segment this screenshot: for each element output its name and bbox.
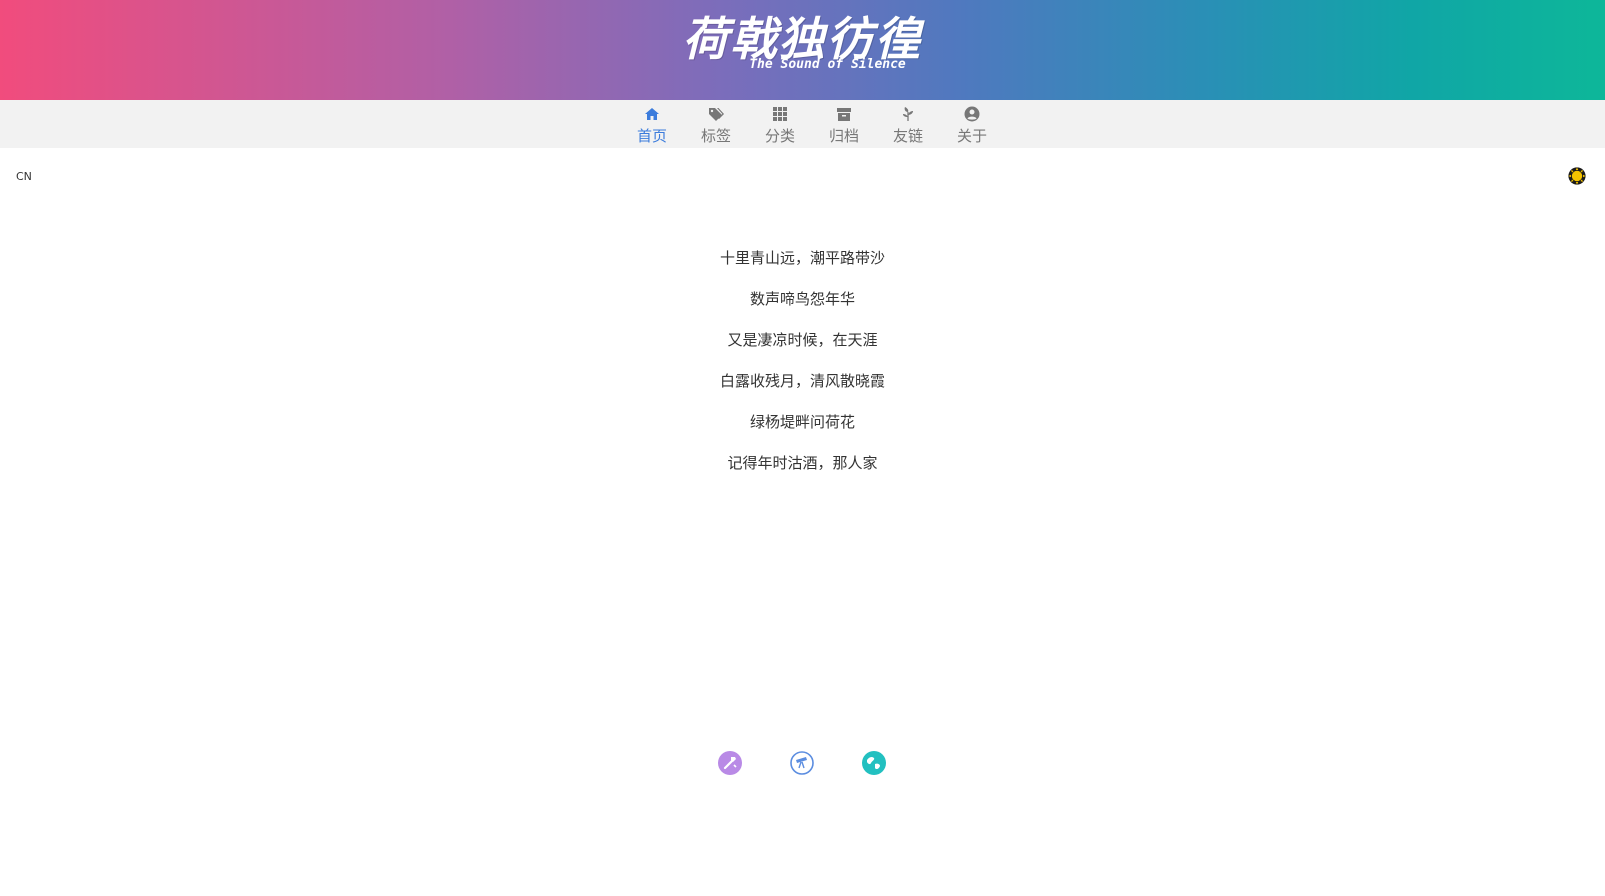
nav-item-archive[interactable]: 归档 — [812, 100, 876, 146]
nav-item-categories[interactable]: 分类 — [748, 100, 812, 146]
home-icon — [620, 106, 684, 126]
nav-label: 友链 — [892, 127, 923, 145]
poem-line: 十里青山远，潮平路带沙 — [719, 249, 885, 267]
nav-item-links[interactable]: 友链 — [876, 100, 940, 146]
site-logo[interactable]: 荷戟独彷徨 The Sound of Silence — [0, 14, 1605, 72]
nav-label: 关于 — [956, 127, 987, 145]
nav-list: 首页 标签 分类 归档 友链 关于 — [620, 100, 1004, 146]
poem-line: 绿杨堤畔问荷花 — [749, 413, 855, 431]
telescope-icon — [790, 751, 814, 779]
nav-label: 标签 — [700, 127, 731, 145]
nav-label: 首页 — [636, 127, 667, 145]
archive-icon — [812, 106, 876, 126]
footer-telescope-link[interactable] — [790, 751, 814, 779]
language-switch[interactable]: CN — [16, 170, 32, 183]
poem-line: 又是凄凉时候，在天涯 — [727, 331, 878, 349]
user-circle-icon — [940, 106, 1004, 126]
poem-line: 记得年时沽酒，那人家 — [727, 454, 878, 472]
nav-item-tags[interactable]: 标签 — [684, 100, 748, 146]
poem-line: 数声啼鸟怨年华 — [749, 290, 855, 308]
site-subtitle: The Sound of Silence — [749, 57, 906, 72]
nav-label: 分类 — [764, 127, 795, 145]
footer-tools-link[interactable] — [718, 751, 742, 779]
leaf-icon — [876, 106, 940, 126]
tools-icon — [718, 751, 742, 779]
footer-links — [718, 751, 934, 779]
footer-globe-link[interactable] — [862, 751, 886, 779]
poem-block: 十里青山远，潮平路带沙 数声啼鸟怨年华 又是凄凉时候，在天涯 白露收残月，清风散… — [0, 238, 1605, 484]
tags-icon — [684, 106, 748, 126]
nav-item-about[interactable]: 关于 — [940, 100, 1004, 146]
nav-bar: 首页 标签 分类 归档 友链 关于 — [0, 100, 1605, 148]
theme-toggle-button[interactable] — [1567, 166, 1587, 186]
poem-line: 白露收残月，清风散晓霞 — [719, 372, 885, 390]
sun-icon — [1567, 167, 1587, 190]
nav-label: 归档 — [828, 127, 859, 145]
nav-item-home[interactable]: 首页 — [620, 100, 684, 146]
globe-icon — [862, 751, 886, 779]
grid-icon — [748, 106, 812, 126]
